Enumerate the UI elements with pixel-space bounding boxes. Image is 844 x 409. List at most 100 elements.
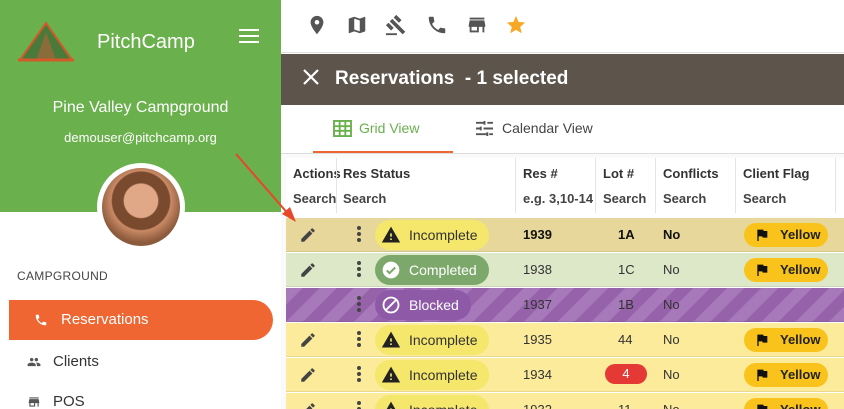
status-label: Incomplete [409, 332, 478, 348]
more-vert-icon[interactable] [357, 296, 361, 312]
sidebar: PitchCamp Pine Valley Campground demouse… [0, 0, 281, 409]
table-row[interactable]: Incomplete 1932 11 No Yellow [286, 393, 844, 409]
flag-icon [754, 332, 770, 348]
sidebar-item-reservations[interactable]: Reservations [9, 300, 273, 340]
res-number: 1932 [523, 402, 552, 409]
flag-label: Yellow [780, 332, 821, 347]
res-number: 1935 [523, 332, 552, 347]
campground-name: Pine Valley Campground [52, 99, 229, 116]
dialog-title: Reservations - 1 selected [335, 68, 569, 89]
tent-logo-icon [16, 20, 76, 62]
column-header[interactable]: Actions [293, 166, 341, 181]
gavel-icon[interactable] [385, 14, 407, 36]
user-email: demouser@pitchcamp.org [64, 130, 217, 145]
res-number: 1938 [523, 262, 552, 277]
section-label: CAMPGROUND [17, 269, 109, 283]
client-flag-badge: Yellow [744, 223, 828, 247]
lot-number: 11 [618, 402, 632, 409]
map-pin-icon[interactable] [306, 14, 328, 36]
brand-name: PitchCamp [97, 31, 195, 53]
flag-label: Yellow [780, 398, 820, 409]
client-flag-badge: Yellow [744, 258, 828, 282]
phone-icon [34, 313, 48, 327]
column-header[interactable]: Conflicts [663, 166, 719, 181]
lot-number: 1C [618, 262, 635, 277]
sidebar-item-clients[interactable]: Clients [0, 342, 281, 382]
dialog-header: Reservations - 1 selected [281, 54, 844, 105]
tab-grid-view[interactable]: Grid View [313, 105, 453, 153]
table-row[interactable]: Incomplete 1934 4 No Yellow [286, 358, 844, 392]
warning-icon [381, 400, 401, 409]
table-row[interactable]: Incomplete 1939 1A No Yellow [286, 218, 844, 252]
filter-input[interactable]: Search [743, 191, 786, 206]
edit-icon[interactable] [299, 366, 317, 384]
close-icon[interactable] [302, 68, 320, 86]
flag-label: Yellow [780, 262, 821, 277]
warning-icon [381, 330, 401, 350]
filter-input[interactable]: Search [603, 191, 646, 206]
sidebar-item-pos[interactable]: POS [0, 382, 281, 409]
more-vert-icon[interactable] [357, 261, 361, 277]
flag-icon [754, 227, 770, 243]
column-header[interactable]: Lot # [603, 166, 634, 181]
sidebar-item-label: Reservations [61, 311, 149, 328]
warning-icon [381, 365, 401, 385]
phone-icon[interactable] [426, 14, 448, 36]
more-vert-icon[interactable] [357, 366, 361, 382]
calendar-view-icon [475, 120, 494, 137]
status-badge[interactable]: Incomplete [375, 360, 490, 390]
status-badge[interactable]: Completed [375, 255, 489, 285]
conflicts-value: No [663, 297, 680, 312]
status-label: Completed [409, 262, 477, 278]
filter-input[interactable]: Search [663, 191, 706, 206]
tab-label: Calendar View [502, 120, 593, 136]
status-badge[interactable]: Blocked [375, 290, 471, 320]
lot-number: 44 [618, 332, 633, 347]
table-row[interactable]: Completed 1938 1C No Yellow [286, 253, 844, 287]
flag-icon [754, 262, 770, 278]
flag-icon [754, 402, 770, 409]
menu-icon[interactable] [239, 29, 259, 45]
more-vert-icon[interactable] [357, 226, 361, 242]
filter-input[interactable]: Search [293, 191, 336, 206]
conflicts-value: No [663, 402, 680, 409]
star-icon[interactable] [505, 14, 527, 36]
column-header[interactable]: Res Status [343, 166, 410, 181]
more-vert-icon[interactable] [357, 331, 361, 347]
edit-icon[interactable] [299, 226, 317, 244]
status-badge[interactable]: Incomplete [375, 325, 490, 355]
tab-calendar-view[interactable]: Calendar View [467, 105, 607, 153]
client-flag-badge: Yellow [744, 398, 828, 409]
column-header[interactable]: Client Flag [743, 166, 809, 181]
flag-label: Yellow [780, 367, 821, 382]
client-flag-badge: Yellow [744, 363, 828, 387]
res-number: 1934 [523, 367, 552, 382]
status-label: Incomplete [409, 367, 478, 383]
people-icon [26, 355, 41, 369]
more-vert-icon[interactable] [357, 401, 361, 409]
edit-icon[interactable] [299, 261, 317, 279]
conflicts-value: No [663, 262, 680, 277]
client-flag-badge: Yellow [744, 328, 828, 352]
status-label: Blocked [409, 297, 459, 313]
filter-input[interactable]: Search [343, 191, 386, 206]
filter-input[interactable]: e.g. 3,10-14 ? [523, 191, 593, 206]
status-label: Incomplete [409, 227, 478, 243]
avatar[interactable] [97, 163, 185, 251]
status-badge[interactable]: Incomplete [375, 220, 490, 250]
lot-number: 1A [618, 227, 635, 242]
edit-icon[interactable] [299, 331, 317, 349]
store-icon[interactable] [466, 14, 488, 36]
lot-badge: 4 [605, 364, 647, 384]
edit-icon[interactable] [299, 401, 317, 409]
table-row[interactable]: Incomplete 1935 44 No Yellow [286, 323, 844, 357]
status-badge[interactable]: Incomplete [375, 395, 490, 409]
lot-number: 1B [618, 297, 634, 312]
tab-label: Grid View [359, 120, 420, 136]
map-icon[interactable] [346, 14, 368, 36]
store-icon [26, 395, 40, 409]
blocked-icon [381, 295, 401, 315]
column-header[interactable]: Res # [523, 166, 558, 181]
table-row[interactable]: Blocked 1937 1B No [286, 288, 844, 322]
conflicts-value: No [663, 332, 680, 347]
